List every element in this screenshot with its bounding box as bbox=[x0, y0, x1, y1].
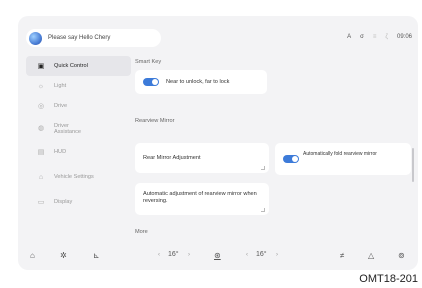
connection-icon: ζ bbox=[385, 34, 388, 40]
sidebar-item-label: Driver Assistance bbox=[54, 123, 82, 135]
smart-key-toggle[interactable] bbox=[143, 78, 159, 86]
left-temp-up-icon[interactable]: › bbox=[188, 252, 190, 258]
auto-adjust-mirror-card[interactable]: Automatic adjustment of rearview mirror … bbox=[135, 183, 269, 215]
ac-icon[interactable]: ⊛ bbox=[214, 251, 221, 260]
display-icon: ▭ bbox=[37, 199, 45, 206]
sidebar-item-hud[interactable]: ▤ HUD bbox=[26, 142, 131, 162]
clock: 09:06 bbox=[396, 34, 412, 40]
settings-icon[interactable]: ⊚ bbox=[398, 251, 405, 260]
rear-mirror-adjustment-card[interactable]: Rear Mirror Adjustment bbox=[135, 143, 269, 173]
sidebar-item-display[interactable]: ▭ Display bbox=[26, 192, 131, 212]
sidebar-item-label: HUD bbox=[54, 149, 67, 155]
drive-icon: ◎ bbox=[37, 103, 45, 110]
notification-icon: ≡ bbox=[372, 34, 377, 40]
infotainment-screen: Please say Hello Chery A σ ≡ ζ 09:06 ▣ Q… bbox=[18, 16, 418, 270]
voice-assistant-pill[interactable]: Please say Hello Chery bbox=[26, 29, 161, 47]
more-title: More bbox=[135, 229, 148, 235]
right-temp-up-icon[interactable]: › bbox=[276, 252, 278, 258]
voice-assistant-icon bbox=[29, 31, 42, 45]
rear-defrost-icon[interactable]: ≠ bbox=[340, 251, 344, 260]
smart-key-title: Smart Key bbox=[135, 59, 162, 65]
rear-mirror-adjustment-label: Rear Mirror Adjustment bbox=[143, 155, 201, 161]
fan-icon[interactable]: ✲ bbox=[60, 251, 67, 260]
vehicle-icon: ⌂ bbox=[38, 173, 44, 181]
light-icon: ☼ bbox=[37, 82, 45, 90]
fold-mirror-toggle[interactable] bbox=[283, 155, 299, 163]
smart-key-option-label: Near to unlock, far to lock bbox=[166, 79, 230, 85]
left-temp-down-icon[interactable]: ‹ bbox=[158, 252, 160, 258]
rearview-mirror-title: Rearview Mirror bbox=[135, 118, 175, 124]
seat-icon[interactable]: ⊾ bbox=[93, 251, 100, 260]
right-temp-down-icon[interactable]: ‹ bbox=[246, 252, 248, 258]
hud-icon: ▤ bbox=[37, 149, 45, 156]
scrollbar[interactable] bbox=[412, 148, 414, 182]
sidebar-item-quick-control[interactable]: ▣ Quick Control bbox=[26, 56, 131, 76]
sidebar-item-light[interactable]: ☼ Light bbox=[26, 76, 131, 96]
sidebar-item-driver-assistance[interactable]: ◍ Driver Assistance bbox=[26, 116, 131, 142]
signal-icon: σ bbox=[360, 34, 364, 40]
settings-content: Smart Key Near to unlock, far to lock Re… bbox=[133, 56, 418, 252]
sidebar-item-label: Drive bbox=[54, 103, 68, 109]
bottom-bar: ⌂ ✲ ⊾ ‹ 16° › ⊛ ‹ 16° › ≠ △ ⊚ bbox=[18, 242, 418, 270]
fold-mirror-card[interactable]: Automatically fold rearview mirror bbox=[275, 143, 411, 175]
sidebar-item-label: Vehicle Settings bbox=[54, 174, 94, 180]
sidebar-item-label: Light bbox=[54, 83, 67, 89]
status-icons: A σ ≡ ζ 09:06 bbox=[347, 34, 412, 40]
expand-corner-icon bbox=[261, 208, 265, 212]
quick-control-icon: ▣ bbox=[37, 63, 45, 70]
sidebar-item-label: Display bbox=[54, 199, 73, 205]
account-icon[interactable]: A bbox=[347, 34, 351, 40]
smart-key-card[interactable]: Near to unlock, far to lock bbox=[135, 70, 267, 94]
steering-wheel-icon: ◍ bbox=[37, 125, 45, 132]
right-temperature: 16° bbox=[256, 251, 267, 258]
top-bar: Please say Hello Chery A σ ≡ ζ 09:06 bbox=[18, 16, 418, 47]
sidebar-item-label: Quick Control bbox=[54, 63, 88, 69]
fold-mirror-label: Automatically fold rearview mirror bbox=[303, 151, 377, 157]
auto-adjust-mirror-label: Automatic adjustment of rearview mirror … bbox=[143, 191, 257, 204]
voice-prompt: Please say Hello Chery bbox=[48, 35, 111, 41]
warning-icon[interactable]: △ bbox=[368, 251, 374, 260]
expand-corner-icon bbox=[261, 166, 265, 170]
figure-code: OMT18-201 bbox=[359, 273, 418, 285]
sidebar-item-vehicle-settings[interactable]: ⌂ Vehicle Settings bbox=[26, 167, 131, 187]
home-icon[interactable]: ⌂ bbox=[30, 251, 35, 260]
left-temperature: 16° bbox=[168, 251, 179, 258]
sidebar-item-drive[interactable]: ◎ Drive bbox=[26, 96, 131, 116]
sidebar: ▣ Quick Control ☼ Light ◎ Drive ◍ Driver… bbox=[26, 56, 131, 212]
